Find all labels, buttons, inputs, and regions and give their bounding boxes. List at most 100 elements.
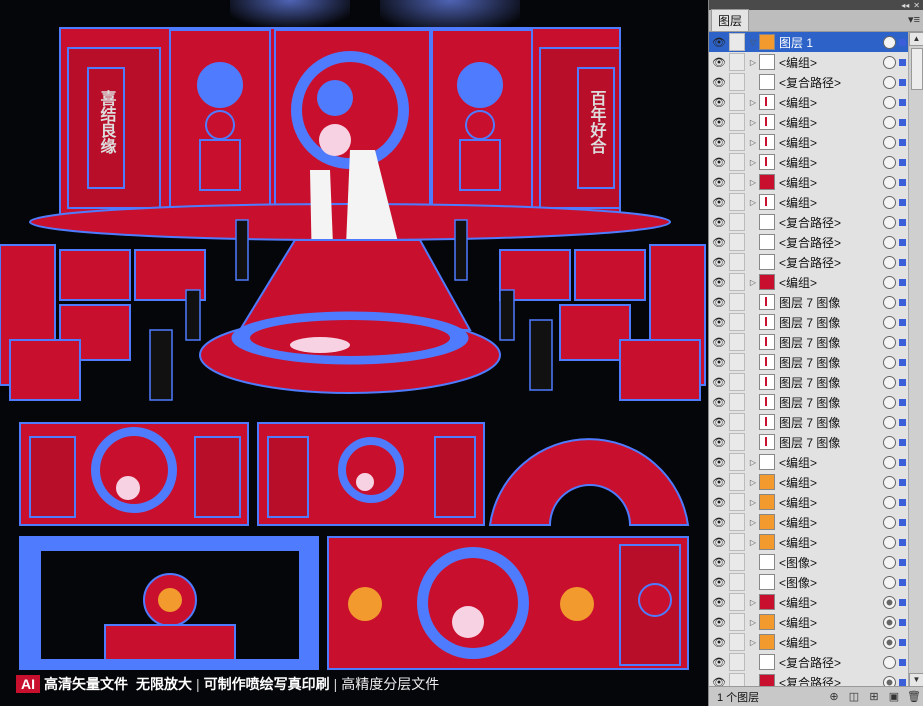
lock-toggle[interactable]: [729, 353, 745, 371]
lock-toggle[interactable]: [729, 613, 745, 631]
layer-name[interactable]: 图层 7 图像: [779, 294, 883, 311]
target-circle-icon[interactable]: [883, 515, 896, 529]
visibility-eye-icon[interactable]: 👁: [709, 296, 729, 309]
delete-layer-icon[interactable]: 🗑: [904, 690, 923, 703]
layer-row[interactable]: 👁 图层 7 图像: [709, 352, 909, 373]
expand-arrow-icon[interactable]: ▷: [747, 518, 759, 527]
visibility-eye-icon[interactable]: 👁: [709, 496, 729, 509]
target-circle-icon[interactable]: [883, 335, 896, 349]
visibility-eye-icon[interactable]: 👁: [709, 236, 729, 249]
layer-name[interactable]: <编组>: [779, 174, 883, 191]
lock-toggle[interactable]: [729, 533, 745, 551]
expand-arrow-icon[interactable]: ▷: [747, 538, 759, 547]
lock-toggle[interactable]: [729, 513, 745, 531]
selection-square-icon[interactable]: [899, 318, 906, 326]
layer-row[interactable]: 👁 图层 7 图像: [709, 312, 909, 333]
tab-layers[interactable]: 图层: [711, 9, 750, 31]
lock-toggle[interactable]: [729, 373, 745, 391]
visibility-eye-icon[interactable]: 👁: [709, 276, 729, 289]
layer-row[interactable]: 👁 ▽ 图层 1: [709, 32, 909, 53]
expand-arrow-icon[interactable]: ▷: [747, 198, 759, 207]
target-circle-icon[interactable]: [883, 395, 896, 409]
layer-name[interactable]: <编组>: [779, 54, 883, 71]
visibility-eye-icon[interactable]: 👁: [709, 116, 729, 129]
layer-name[interactable]: <图像>: [779, 574, 883, 591]
lock-toggle[interactable]: [729, 213, 745, 231]
selection-square-icon[interactable]: [899, 478, 906, 486]
target-circle-icon[interactable]: [883, 555, 896, 569]
layer-list-scrollbar[interactable]: ▲ ▼: [908, 32, 923, 687]
expand-arrow-icon[interactable]: ▷: [747, 458, 759, 467]
layer-name[interactable]: <编组>: [779, 594, 883, 611]
layer-row[interactable]: 👁 ▷ <编组>: [709, 632, 909, 653]
lock-toggle[interactable]: [729, 453, 745, 471]
visibility-eye-icon[interactable]: 👁: [709, 576, 729, 589]
layer-row[interactable]: 👁 ▷ <编组>: [709, 452, 909, 473]
lock-toggle[interactable]: [729, 173, 745, 191]
layer-row[interactable]: 👁 ▷ <编组>: [709, 492, 909, 513]
expand-arrow-icon[interactable]: ▷: [747, 478, 759, 487]
layer-name[interactable]: <编组>: [779, 114, 883, 131]
selection-square-icon[interactable]: [899, 298, 906, 306]
layer-name[interactable]: <编组>: [779, 154, 883, 171]
lock-toggle[interactable]: [729, 53, 745, 71]
layer-name[interactable]: <编组>: [779, 534, 883, 551]
lock-toggle[interactable]: [729, 313, 745, 331]
layer-row[interactable]: 👁 ▷ <编组>: [709, 512, 909, 533]
selection-square-icon[interactable]: [899, 178, 906, 186]
target-circle-icon[interactable]: [883, 575, 896, 589]
selection-square-icon[interactable]: [899, 638, 906, 646]
lock-toggle[interactable]: [729, 413, 745, 431]
layer-row[interactable]: 👁 ▷ <编组>: [709, 192, 909, 213]
selection-square-icon[interactable]: [899, 158, 906, 166]
target-circle-icon[interactable]: [883, 655, 896, 669]
artboard-canvas[interactable]: 喜结良缘 百年好合 AI 高清矢量文件 无限放大 | 可制作喷绘写真印刷 | 高…: [0, 0, 708, 706]
selection-square-icon[interactable]: [899, 418, 906, 426]
layer-name[interactable]: <复合路径>: [779, 674, 883, 688]
selection-square-icon[interactable]: [899, 338, 906, 346]
visibility-eye-icon[interactable]: 👁: [709, 216, 729, 229]
visibility-eye-icon[interactable]: 👁: [709, 356, 729, 369]
lock-toggle[interactable]: [729, 553, 745, 571]
layer-row[interactable]: 👁 图层 7 图像: [709, 432, 909, 453]
selection-square-icon[interactable]: [899, 378, 906, 386]
selection-square-icon[interactable]: [899, 678, 906, 686]
expand-arrow-icon[interactable]: ▷: [747, 58, 759, 67]
target-circle-icon[interactable]: [883, 135, 896, 149]
layer-row[interactable]: 👁 ▷ <编组>: [709, 612, 909, 633]
visibility-eye-icon[interactable]: 👁: [709, 156, 729, 169]
selection-square-icon[interactable]: [899, 538, 906, 546]
target-circle-icon[interactable]: [883, 175, 896, 189]
target-circle-icon[interactable]: [883, 495, 896, 509]
target-circle-icon[interactable]: [883, 435, 896, 449]
lock-toggle[interactable]: [729, 293, 745, 311]
layer-name[interactable]: 图层 7 图像: [779, 314, 883, 331]
layer-name[interactable]: 图层 7 图像: [779, 414, 883, 431]
selection-square-icon[interactable]: [899, 258, 906, 266]
layer-row[interactable]: 👁 ▷ <编组>: [709, 592, 909, 613]
visibility-eye-icon[interactable]: 👁: [709, 476, 729, 489]
target-circle-icon[interactable]: [883, 315, 896, 329]
visibility-eye-icon[interactable]: 👁: [709, 36, 729, 49]
expand-arrow-icon[interactable]: ▷: [747, 618, 759, 627]
selection-square-icon[interactable]: [899, 238, 906, 246]
layer-name[interactable]: <编组>: [779, 454, 883, 471]
layer-name[interactable]: <编组>: [779, 634, 883, 651]
layer-row[interactable]: 👁 ▷ <编组>: [709, 112, 909, 133]
target-circle-icon[interactable]: [883, 115, 896, 129]
target-circle-icon[interactable]: [883, 455, 896, 469]
lock-toggle[interactable]: [729, 433, 745, 451]
target-circle-icon[interactable]: [883, 35, 896, 49]
visibility-eye-icon[interactable]: 👁: [709, 316, 729, 329]
layer-row[interactable]: 👁 <复合路径>: [709, 652, 909, 673]
selection-square-icon[interactable]: [899, 278, 906, 286]
expand-arrow-icon[interactable]: ▷: [747, 278, 759, 287]
visibility-eye-icon[interactable]: 👁: [709, 136, 729, 149]
layer-row[interactable]: 👁 ▷ <编组>: [709, 52, 909, 73]
layer-row[interactable]: 👁 图层 7 图像: [709, 292, 909, 313]
visibility-eye-icon[interactable]: 👁: [709, 76, 729, 89]
layer-row[interactable]: 👁 图层 7 图像: [709, 332, 909, 353]
layer-row[interactable]: 👁 <复合路径>: [709, 672, 909, 687]
lock-toggle[interactable]: [729, 673, 745, 687]
layer-row[interactable]: 👁 ▷ <编组>: [709, 272, 909, 293]
